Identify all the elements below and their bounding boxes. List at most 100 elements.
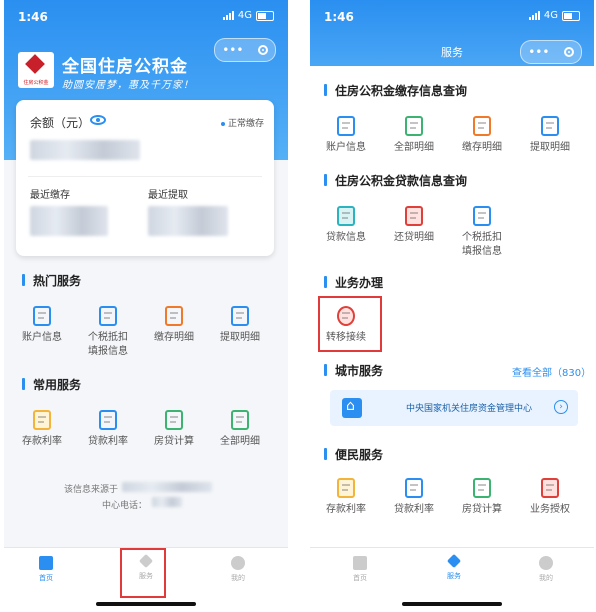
- service-mortgage-calc[interactable]: 房贷计算: [142, 410, 206, 449]
- query-loan-info[interactable]: 贷款信息: [314, 206, 378, 245]
- query-all-details[interactable]: 全部明细: [382, 116, 446, 155]
- document-icon: [231, 410, 249, 430]
- close-icon[interactable]: [257, 45, 268, 55]
- phone-home-screen: 1:46 4G ••• 住房公积金 全国住房公积金 助圆安居梦，惠及千万家！ 余…: [4, 0, 288, 612]
- query-tax-deduction[interactable]: 个税抵扣 填报信息: [450, 206, 514, 259]
- service-deposit-rate[interactable]: 存款利率: [10, 410, 74, 449]
- battery-icon: [256, 10, 274, 21]
- slogan: 助圆安居梦，惠及千万家！: [62, 80, 194, 91]
- phone-blurred: [152, 497, 182, 507]
- battery-icon: [562, 10, 580, 21]
- chevron-right-icon: ›: [554, 400, 568, 414]
- tax-icon: [473, 206, 491, 226]
- conv-loan-rate[interactable]: 贷款利率: [382, 478, 446, 517]
- source-note: 该信息来源于: [64, 485, 119, 495]
- home-icon: [353, 556, 367, 570]
- savings-icon: [337, 478, 355, 498]
- home-icon: [39, 556, 53, 570]
- user-icon: [231, 556, 245, 570]
- query-withdraw-details[interactable]: 提取明细: [518, 116, 582, 155]
- service-all-details[interactable]: 全部明细: [208, 410, 272, 449]
- service-deposit-details[interactable]: 缴存明细: [142, 306, 206, 345]
- home-indicator: [96, 602, 196, 606]
- id-card-icon: [33, 306, 51, 326]
- business-heading: 业务办理: [324, 274, 383, 291]
- deposit-icon: [473, 116, 491, 136]
- signal-icon: [222, 11, 234, 20]
- logo: 住房公积金: [18, 52, 54, 88]
- service-tax-deduction[interactable]: 个税抵扣 填报信息: [76, 306, 140, 359]
- mini-program-capsule[interactable]: •••: [520, 40, 582, 64]
- tab-bar: 首页 服务 我的: [310, 547, 594, 612]
- logo-icon: [25, 54, 45, 74]
- service-withdraw-details[interactable]: 提取明细: [208, 306, 272, 345]
- eye-icon[interactable]: [90, 115, 106, 125]
- hot-services-heading: 热门服务: [22, 272, 81, 289]
- signal-icon: [528, 11, 540, 20]
- phone-services-screen: 1:46 4G 服务 ••• 住房公积金缴存信息查询 账户信息 全部明细 缴存明…: [310, 0, 594, 612]
- balance-card: 余额（元） 正常缴存 最近缴存 最近提取: [16, 100, 274, 256]
- loan-query-heading: 住房公积金贷款信息查询: [324, 172, 467, 189]
- status-badge: 正常缴存: [220, 116, 264, 129]
- network-label: 4G: [543, 10, 558, 21]
- highlight-box-services-tab: [120, 548, 166, 598]
- convenience-heading: 便民服务: [324, 446, 383, 463]
- loan-icon: [99, 410, 117, 430]
- savings-icon: [33, 410, 51, 430]
- deposit-query-heading: 住房公积金缴存信息查询: [324, 82, 467, 99]
- withdraw-icon: [231, 306, 249, 326]
- tab-mine[interactable]: 我的: [516, 556, 576, 583]
- service-account-info[interactable]: 账户信息: [10, 306, 74, 345]
- status-bar: 1:46 4G: [310, 0, 594, 34]
- last-deposit-blurred: [30, 206, 108, 236]
- mini-program-capsule[interactable]: •••: [214, 38, 276, 62]
- phone-note: 中心电话：: [102, 501, 148, 511]
- tab-home[interactable]: 首页: [330, 556, 390, 583]
- tax-icon: [99, 306, 117, 326]
- deposit-icon: [165, 306, 183, 326]
- query-deposit-details[interactable]: 缴存明细: [450, 116, 514, 155]
- highlight-box-transfer: [318, 296, 382, 352]
- repayment-icon: [405, 206, 423, 226]
- withdraw-icon: [541, 116, 559, 136]
- home-indicator: [402, 602, 502, 606]
- tab-services[interactable]: 服务: [424, 553, 484, 581]
- calculator-icon: [473, 478, 491, 498]
- id-card-icon: [337, 116, 355, 136]
- status-bar: 1:46 4G: [4, 0, 288, 34]
- document-icon: [405, 116, 423, 136]
- calculator-icon: [165, 410, 183, 430]
- app-title: 全国住房公积金: [62, 57, 188, 77]
- diamond-icon: [446, 553, 462, 569]
- conv-authorization[interactable]: 业务授权: [518, 478, 582, 517]
- user-icon: [539, 556, 553, 570]
- center-name: 中央国家机关住房资金管理中心: [406, 404, 533, 414]
- view-all-link[interactable]: 查看全部（830）: [512, 364, 591, 379]
- city-center-card[interactable]: 中央国家机关住房资金管理中心 ›: [330, 390, 578, 426]
- conv-mortgage-calc[interactable]: 房贷计算: [450, 478, 514, 517]
- last-deposit-label: 最近缴存: [30, 190, 70, 201]
- city-services-heading: 城市服务: [324, 362, 383, 379]
- common-services-heading: 常用服务: [22, 376, 81, 393]
- loan-icon: [405, 478, 423, 498]
- network-label: 4G: [237, 10, 252, 21]
- loan-info-icon: [337, 206, 355, 226]
- balance-value-blurred: [30, 140, 140, 160]
- close-icon[interactable]: [563, 47, 574, 57]
- query-account-info[interactable]: 账户信息: [314, 116, 378, 155]
- source-blurred: [122, 482, 212, 492]
- tab-mine[interactable]: 我的: [208, 556, 268, 583]
- tab-home[interactable]: 首页: [16, 556, 76, 583]
- conv-deposit-rate[interactable]: 存款利率: [314, 478, 378, 517]
- balance-label: 余额（元）: [30, 116, 91, 130]
- status-time: 1:46: [18, 10, 48, 24]
- authorization-icon: [541, 478, 559, 498]
- last-withdraw-blurred: [148, 206, 228, 236]
- status-time: 1:46: [324, 10, 354, 24]
- home-icon: [342, 398, 362, 418]
- more-icon[interactable]: •••: [222, 43, 243, 57]
- service-loan-rate[interactable]: 贷款利率: [76, 410, 140, 449]
- more-icon[interactable]: •••: [528, 45, 549, 59]
- last-withdraw-label: 最近提取: [148, 190, 188, 201]
- query-repayment-details[interactable]: 还贷明细: [382, 206, 446, 245]
